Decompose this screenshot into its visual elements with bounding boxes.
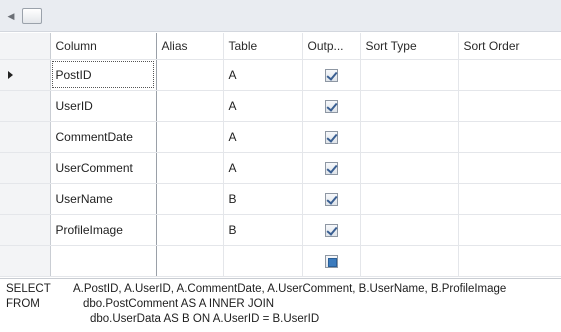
column-header-output[interactable]: Outp... (302, 33, 361, 60)
table-cell[interactable]: A (223, 152, 303, 184)
grid-row[interactable]: UserName B (0, 183, 561, 215)
grid-row[interactable]: PostID A (0, 59, 561, 91)
column-header-sort-type[interactable]: Sort Type (360, 33, 459, 60)
alias-cell[interactable] (156, 59, 224, 91)
output-checkbox[interactable] (324, 131, 338, 145)
row-selector[interactable] (0, 59, 51, 91)
alias-cell[interactable] (156, 121, 224, 153)
column-cell[interactable] (50, 245, 157, 277)
row-selector[interactable] (0, 214, 51, 246)
table-cell[interactable]: A (223, 121, 303, 153)
output-cell[interactable] (302, 214, 361, 246)
sort-order-cell[interactable] (458, 59, 561, 91)
table-cell[interactable]: A (223, 90, 303, 122)
sql-select-keyword: SELECT (6, 283, 51, 295)
sql-pane[interactable]: SELECT A.PostID, A.UserID, A.CommentDate… (0, 278, 561, 332)
column-header-sort-order[interactable]: Sort Order (458, 33, 561, 60)
row-header-corner (0, 33, 51, 60)
table-cell[interactable]: B (223, 183, 303, 215)
column-cell[interactable]: UserName (50, 183, 157, 215)
column-cell[interactable]: UserID (50, 90, 157, 122)
column-header-column[interactable]: Column (50, 33, 157, 60)
output-checkbox[interactable] (324, 69, 338, 83)
alias-cell[interactable] (156, 183, 224, 215)
grid-header-row: Column Alias Table Outp... Sort Type Sor… (0, 33, 561, 60)
sort-order-cell[interactable] (458, 152, 561, 184)
output-checkbox[interactable] (324, 100, 338, 114)
sort-type-cell[interactable] (360, 121, 459, 153)
output-cell[interactable] (302, 59, 361, 91)
output-cell[interactable] (302, 183, 361, 215)
row-selector[interactable] (0, 183, 51, 215)
sort-order-cell[interactable] (458, 121, 561, 153)
grid-row[interactable] (0, 245, 561, 277)
column-header-table[interactable]: Table (223, 33, 303, 60)
column-cell[interactable]: UserComment (50, 152, 157, 184)
alias-cell[interactable] (156, 245, 224, 277)
table-cell[interactable] (223, 245, 303, 277)
criteria-grid: Column Alias Table Outp... Sort Type Sor… (0, 33, 561, 277)
column-cell[interactable]: PostID (50, 59, 157, 91)
row-selector[interactable] (0, 90, 51, 122)
sql-from-keyword: FROM (6, 298, 40, 310)
column-cell[interactable]: ProfileImage (50, 214, 157, 246)
sql-from-line-2: dbo.UserData AS B ON A.UserID = B.UserID (90, 313, 320, 325)
current-row-arrow-icon (8, 70, 13, 79)
sort-order-cell[interactable] (458, 183, 561, 215)
column-cell[interactable]: CommentDate (50, 121, 157, 153)
output-checkbox[interactable] (324, 162, 338, 176)
grid-row[interactable]: ProfileImage B (0, 214, 561, 246)
sort-type-cell[interactable] (360, 183, 459, 215)
sql-from-line-1: dbo.PostComment AS A INNER JOIN (83, 298, 275, 310)
grid-row[interactable]: CommentDate A (0, 121, 561, 153)
table-cell[interactable]: B (223, 214, 303, 246)
sort-order-cell[interactable] (458, 90, 561, 122)
row-selector[interactable] (0, 121, 51, 153)
output-cell[interactable] (302, 152, 361, 184)
output-checkbox[interactable] (324, 224, 338, 238)
sort-order-cell[interactable] (458, 214, 561, 246)
column-header-alias[interactable]: Alias (156, 33, 224, 60)
output-cell[interactable] (302, 245, 361, 277)
output-cell[interactable] (302, 121, 361, 153)
scroll-left-arrow-icon[interactable]: ◀ (6, 10, 16, 22)
sort-type-cell[interactable] (360, 59, 459, 91)
table-cell[interactable]: A (223, 59, 303, 91)
alias-cell[interactable] (156, 214, 224, 246)
horizontal-scrollbar[interactable]: ◀ (0, 0, 561, 32)
row-selector[interactable] (0, 245, 51, 277)
sort-type-cell[interactable] (360, 152, 459, 184)
output-checkbox[interactable] (324, 193, 338, 207)
alias-cell[interactable] (156, 152, 224, 184)
output-checkbox[interactable] (324, 255, 338, 269)
sort-type-cell[interactable] (360, 90, 459, 122)
output-cell[interactable] (302, 90, 361, 122)
row-selector[interactable] (0, 152, 51, 184)
alias-cell[interactable] (156, 90, 224, 122)
sort-type-cell[interactable] (360, 245, 459, 277)
sort-order-cell[interactable] (458, 245, 561, 277)
sql-select-list: A.PostID, A.UserID, A.CommentDate, A.Use… (73, 283, 507, 295)
scroll-thumb[interactable] (22, 8, 42, 24)
sort-type-cell[interactable] (360, 214, 459, 246)
grid-row[interactable]: UserID A (0, 90, 561, 122)
grid-row[interactable]: UserComment A (0, 152, 561, 184)
